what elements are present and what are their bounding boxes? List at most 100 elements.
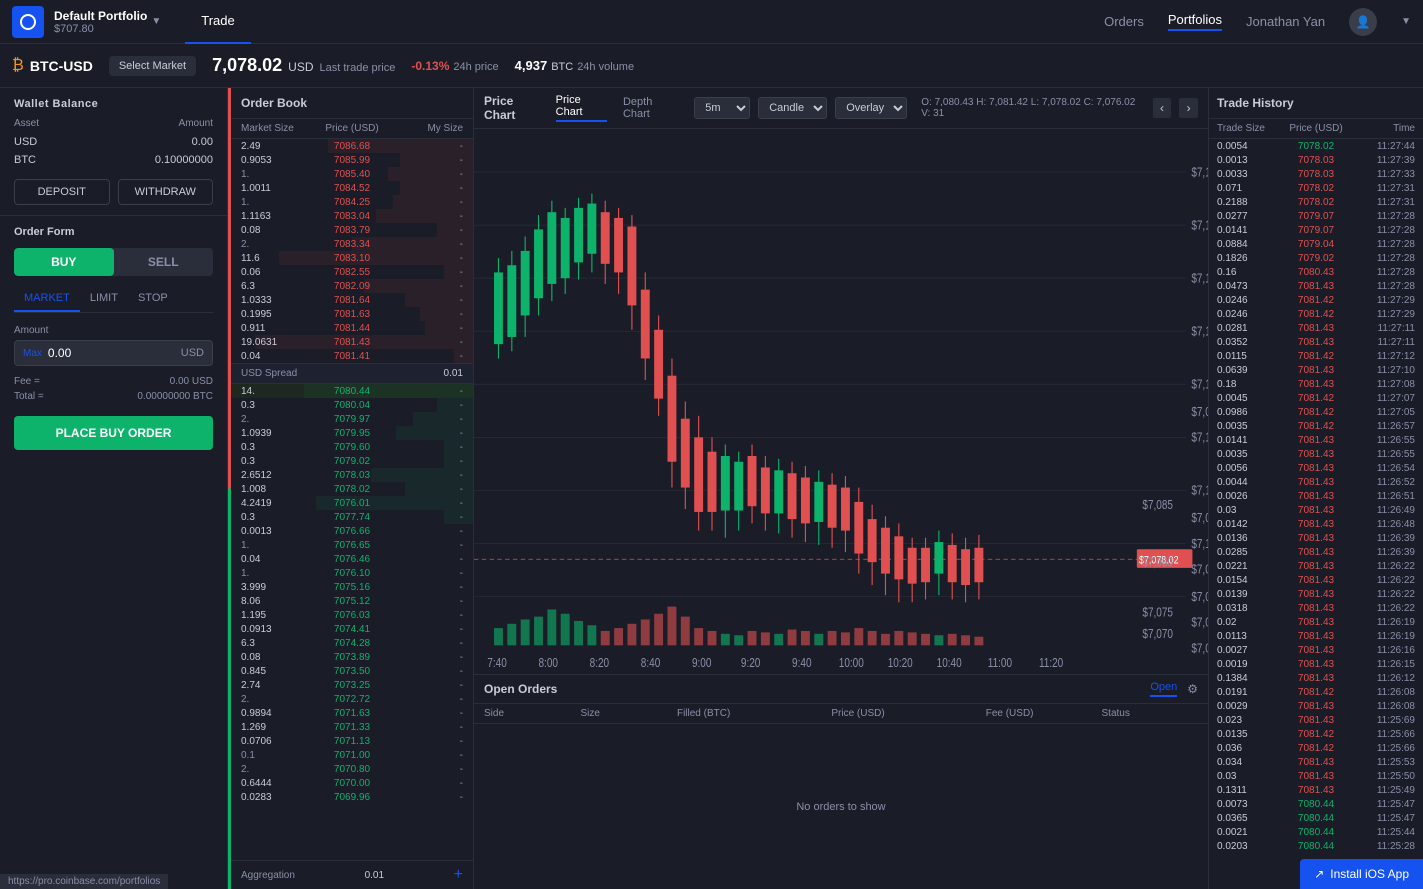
- th-trade-time: 11:25:66: [1349, 743, 1415, 754]
- open-orders-settings-icon[interactable]: ⚙: [1187, 682, 1198, 696]
- amount-col-header: Amount: [179, 118, 213, 129]
- portfolio-name: Default Portfolio: [54, 9, 147, 23]
- market-tab[interactable]: MARKET: [14, 286, 80, 312]
- th-trade-price: 7081.43: [1283, 701, 1349, 712]
- svg-text:$7,060: $7,060: [1142, 556, 1173, 569]
- chart-header: Price Chart Price Chart Depth Chart 5m1m…: [474, 88, 1208, 129]
- trade-history-row: 0.01397081.4311:26:22: [1209, 587, 1423, 601]
- th-trade-price: 7081.43: [1283, 659, 1349, 670]
- price-chart-svg: $7,135 $7,130 $7,125 $7,120 $7,115 $7,11…: [474, 129, 1208, 674]
- open-orders-header: Open Orders Open ⚙: [474, 675, 1208, 704]
- install-text: Install iOS App: [1330, 867, 1409, 881]
- amount-currency: USD: [181, 347, 204, 359]
- aggregation-plus-button[interactable]: +: [454, 866, 463, 884]
- th-trade-time: 11:25:47: [1349, 799, 1415, 810]
- ob-bid-row: 0.08 7073.89 -: [231, 650, 473, 664]
- ob-ask-row: 11.6 7083.10 -: [231, 251, 473, 265]
- ob-ask-row: 1.0011 7084.52 -: [231, 181, 473, 195]
- withdraw-button[interactable]: WITHDRAW: [118, 179, 214, 205]
- portfolios-link[interactable]: Portfolios: [1168, 12, 1222, 31]
- trade-history-row: 0.00447081.4311:26:52: [1209, 475, 1423, 489]
- select-market-button[interactable]: Select Market: [109, 56, 196, 76]
- th-trade-size: 0.0142: [1217, 519, 1283, 530]
- avatar[interactable]: 👤: [1349, 8, 1377, 36]
- user-dropdown-icon[interactable]: ▼: [1401, 16, 1411, 27]
- th-trade-size: 0.0135: [1217, 729, 1283, 740]
- open-orders-title: Open Orders: [484, 682, 1150, 696]
- th-trade-time: 11:27:39: [1349, 155, 1415, 166]
- depth-chart-tab[interactable]: Depth Chart: [623, 96, 678, 120]
- th-trade-time: 11:26:08: [1349, 687, 1415, 698]
- th-trade-time: 11:26:39: [1349, 547, 1415, 558]
- th-trade-time: 11:27:11: [1349, 323, 1415, 334]
- th-trade-price: 7081.42: [1283, 729, 1349, 740]
- order-book-panel: Order Book Market Size Price (USD) My Si…: [231, 88, 474, 889]
- th-trade-size: 0.0365: [1217, 813, 1283, 824]
- th-trade-size: 0.0044: [1217, 477, 1283, 488]
- chart-nav-next[interactable]: ›: [1179, 98, 1198, 118]
- trade-history-row: 0.02467081.4211:27:29: [1209, 307, 1423, 321]
- ob-market-size-header: Market Size: [241, 123, 315, 134]
- change-value: -0.13%: [411, 59, 449, 73]
- stop-tab[interactable]: STOP: [128, 286, 178, 312]
- logo[interactable]: [12, 6, 44, 38]
- svg-text:9:20: 9:20: [741, 657, 760, 670]
- th-trade-time: 11:27:10: [1349, 365, 1415, 376]
- th-trade-price: 7078.02: [1283, 141, 1349, 152]
- btc-asset-row: BTC 0.10000000: [14, 151, 213, 169]
- th-trade-price: 7078.02: [1283, 197, 1349, 208]
- place-order-button[interactable]: PLACE BUY ORDER: [14, 416, 213, 450]
- timeframe-select[interactable]: 5m1m15m1h1d: [694, 97, 750, 119]
- th-trade-size: 0.0113: [1217, 631, 1283, 642]
- orders-link[interactable]: Orders: [1104, 14, 1144, 29]
- price-chart-tab[interactable]: Price Chart: [556, 94, 607, 122]
- wallet-actions: DEPOSIT WITHDRAW: [14, 179, 213, 205]
- ob-bid-row: 4.2419 7076.01 -: [231, 496, 473, 510]
- sidebar: Wallet Balance Asset Amount USD 0.00 BTC…: [0, 88, 228, 889]
- trade-history-row: 0.02777079.0711:27:28: [1209, 209, 1423, 223]
- trade-history-row: 0.03657080.4411:25:47: [1209, 811, 1423, 825]
- trade-history-row: 0.01137081.4311:26:19: [1209, 629, 1423, 643]
- th-trade-size: 0.0035: [1217, 449, 1283, 460]
- open-orders-tab[interactable]: Open: [1150, 681, 1177, 697]
- th-trade-time: 11:26:22: [1349, 603, 1415, 614]
- asset-col-header: Asset: [14, 118, 39, 129]
- th-trade-price: 7081.43: [1283, 533, 1349, 544]
- th-trade-time: 11:26:16: [1349, 645, 1415, 656]
- wallet-title: Wallet Balance: [14, 98, 213, 110]
- install-ios-app-banner[interactable]: ↗ Install iOS App: [1300, 859, 1423, 889]
- portfolio-selector[interactable]: Default Portfolio $707.80 ▼: [54, 9, 161, 35]
- trade-history-row: 0.01547081.4311:26:22: [1209, 573, 1423, 587]
- chart-type-select[interactable]: CandleLine: [758, 97, 827, 119]
- ob-ask-row: 2. 7083.34 -: [231, 237, 473, 251]
- volume-currency: BTC: [551, 61, 573, 73]
- trade-history-row: 0.03187081.4311:26:22: [1209, 601, 1423, 615]
- deposit-button[interactable]: DEPOSIT: [14, 179, 110, 205]
- th-trade-time: 11:27:12: [1349, 351, 1415, 362]
- trade-tab[interactable]: Trade: [185, 0, 250, 44]
- sell-tab[interactable]: SELL: [114, 248, 214, 276]
- ob-bid-row: 0.3 7077.74 -: [231, 510, 473, 524]
- th-trade-time: 11:26:08: [1349, 701, 1415, 712]
- last-trade-label: Last trade price: [320, 62, 396, 74]
- wallet-balance-section: Wallet Balance Asset Amount USD 0.00 BTC…: [0, 88, 227, 216]
- max-link[interactable]: Max: [23, 348, 42, 359]
- th-trade-price: 7081.43: [1283, 715, 1349, 726]
- limit-tab[interactable]: LIMIT: [80, 286, 128, 312]
- amount-input[interactable]: [48, 346, 181, 360]
- ob-bid-row: 0.0706 7071.13 -: [231, 734, 473, 748]
- th-trade-size: 0.1384: [1217, 673, 1283, 684]
- ob-bid-row: 2.6512 7078.03 -: [231, 468, 473, 482]
- overlay-select[interactable]: Overlay: [835, 97, 907, 119]
- pair-label: BTC-USD: [30, 58, 93, 74]
- th-trade-price: 7081.43: [1283, 603, 1349, 614]
- ob-bid-row: 0.3 7080.04 -: [231, 398, 473, 412]
- ob-bid-row: 0.6444 7070.00 -: [231, 776, 473, 790]
- svg-text:$7,085: $7,085: [1142, 499, 1173, 512]
- th-trade-size: 0.0281: [1217, 323, 1283, 334]
- th-trade-time: 11:26:12: [1349, 673, 1415, 684]
- chart-nav-prev[interactable]: ‹: [1153, 98, 1172, 118]
- buy-tab[interactable]: BUY: [14, 248, 114, 276]
- th-trade-price: 7079.04: [1283, 239, 1349, 250]
- th-trade-time: 11:26:22: [1349, 575, 1415, 586]
